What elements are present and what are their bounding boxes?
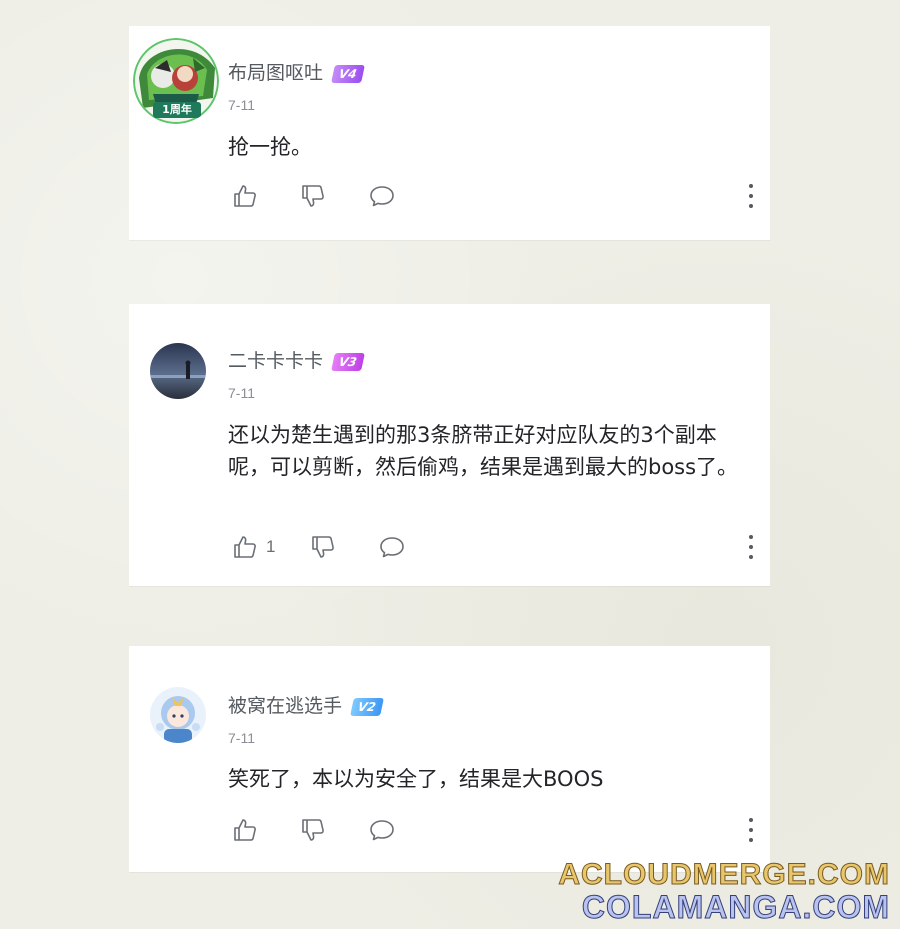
more-options-icon[interactable]: [744, 184, 758, 208]
avatar-image-icon: [150, 687, 206, 743]
avatar[interactable]: [150, 687, 206, 743]
watermark-line-1: ACLOUDMERGE.COM: [558, 858, 890, 891]
like-count: 1: [266, 537, 276, 556]
comment-card: 1周年 布局图呕吐 V4 7-11 抢一抢。: [129, 26, 770, 240]
watermark: ACLOUDMERGE.COM COLAMANGA.COM: [558, 858, 890, 925]
more-options-icon[interactable]: [744, 818, 758, 842]
like-button[interactable]: [232, 181, 266, 211]
thumbs-up-icon: [234, 819, 256, 841]
reply-bubble-icon: [370, 820, 394, 841]
avatar-image-icon: [150, 343, 206, 399]
dislike-button[interactable]: [300, 181, 326, 211]
username-row: 布局图呕吐 V4: [228, 58, 365, 85]
avatar[interactable]: 1周年: [133, 38, 219, 124]
thumbs-down-icon: [302, 185, 324, 207]
username[interactable]: 被窝在逃选手: [228, 695, 342, 717]
username[interactable]: 布局图呕吐: [228, 62, 323, 84]
thumbs-up-icon: [234, 185, 256, 207]
comment-card: 被窝在逃选手 V2 7-11 笑死了，本以为安全了，结果是大BOOS: [129, 646, 770, 872]
watermark-line-2: COLAMANGA.COM: [581, 889, 890, 925]
comment-date: 7-11: [228, 385, 255, 401]
level-badge: V2: [350, 697, 384, 716]
dislike-button[interactable]: [300, 815, 326, 845]
username[interactable]: 二卡卡卡卡: [228, 350, 323, 372]
comment-actions: [228, 181, 758, 211]
like-button[interactable]: 1: [232, 532, 275, 562]
comment-text: 抢一抢。: [228, 135, 312, 159]
more-options-icon[interactable]: [744, 535, 758, 559]
avatar[interactable]: [150, 343, 206, 399]
thumbs-down-icon: [302, 819, 324, 841]
comment-text: 还以为楚生遇到的那3条脐带正好对应队友的3个副本呢，可以剪断，然后偷鸡，结果是遇…: [228, 423, 739, 479]
reply-button[interactable]: [368, 181, 396, 211]
like-button[interactable]: [232, 815, 266, 845]
comment-date: 7-11: [228, 97, 255, 113]
reply-bubble-icon: [380, 537, 404, 558]
comment-actions: 1: [228, 532, 758, 562]
username-row: 被窝在逃选手 V2: [228, 691, 384, 718]
level-badge: V3: [331, 352, 365, 371]
thumbs-up-icon: [234, 536, 256, 558]
reply-bubble-icon: [370, 186, 394, 207]
reply-button[interactable]: [378, 532, 406, 562]
comment-date: 7-11: [228, 730, 255, 746]
username-row: 二卡卡卡卡 V3: [228, 346, 365, 373]
comment-actions: [228, 815, 758, 845]
reply-button[interactable]: [368, 815, 396, 845]
thumbs-down-icon: [312, 536, 334, 558]
comment-card: 二卡卡卡卡 V3 7-11 还以为楚生遇到的那3条脐带正好对应队友的3个副本呢，可…: [129, 304, 770, 586]
dislike-button[interactable]: [310, 532, 336, 562]
level-badge: V4: [331, 64, 365, 83]
anniversary-badge: 1周年: [153, 102, 201, 118]
comment-text: 笑死了，本以为安全了，结果是大BOOS: [228, 767, 604, 791]
